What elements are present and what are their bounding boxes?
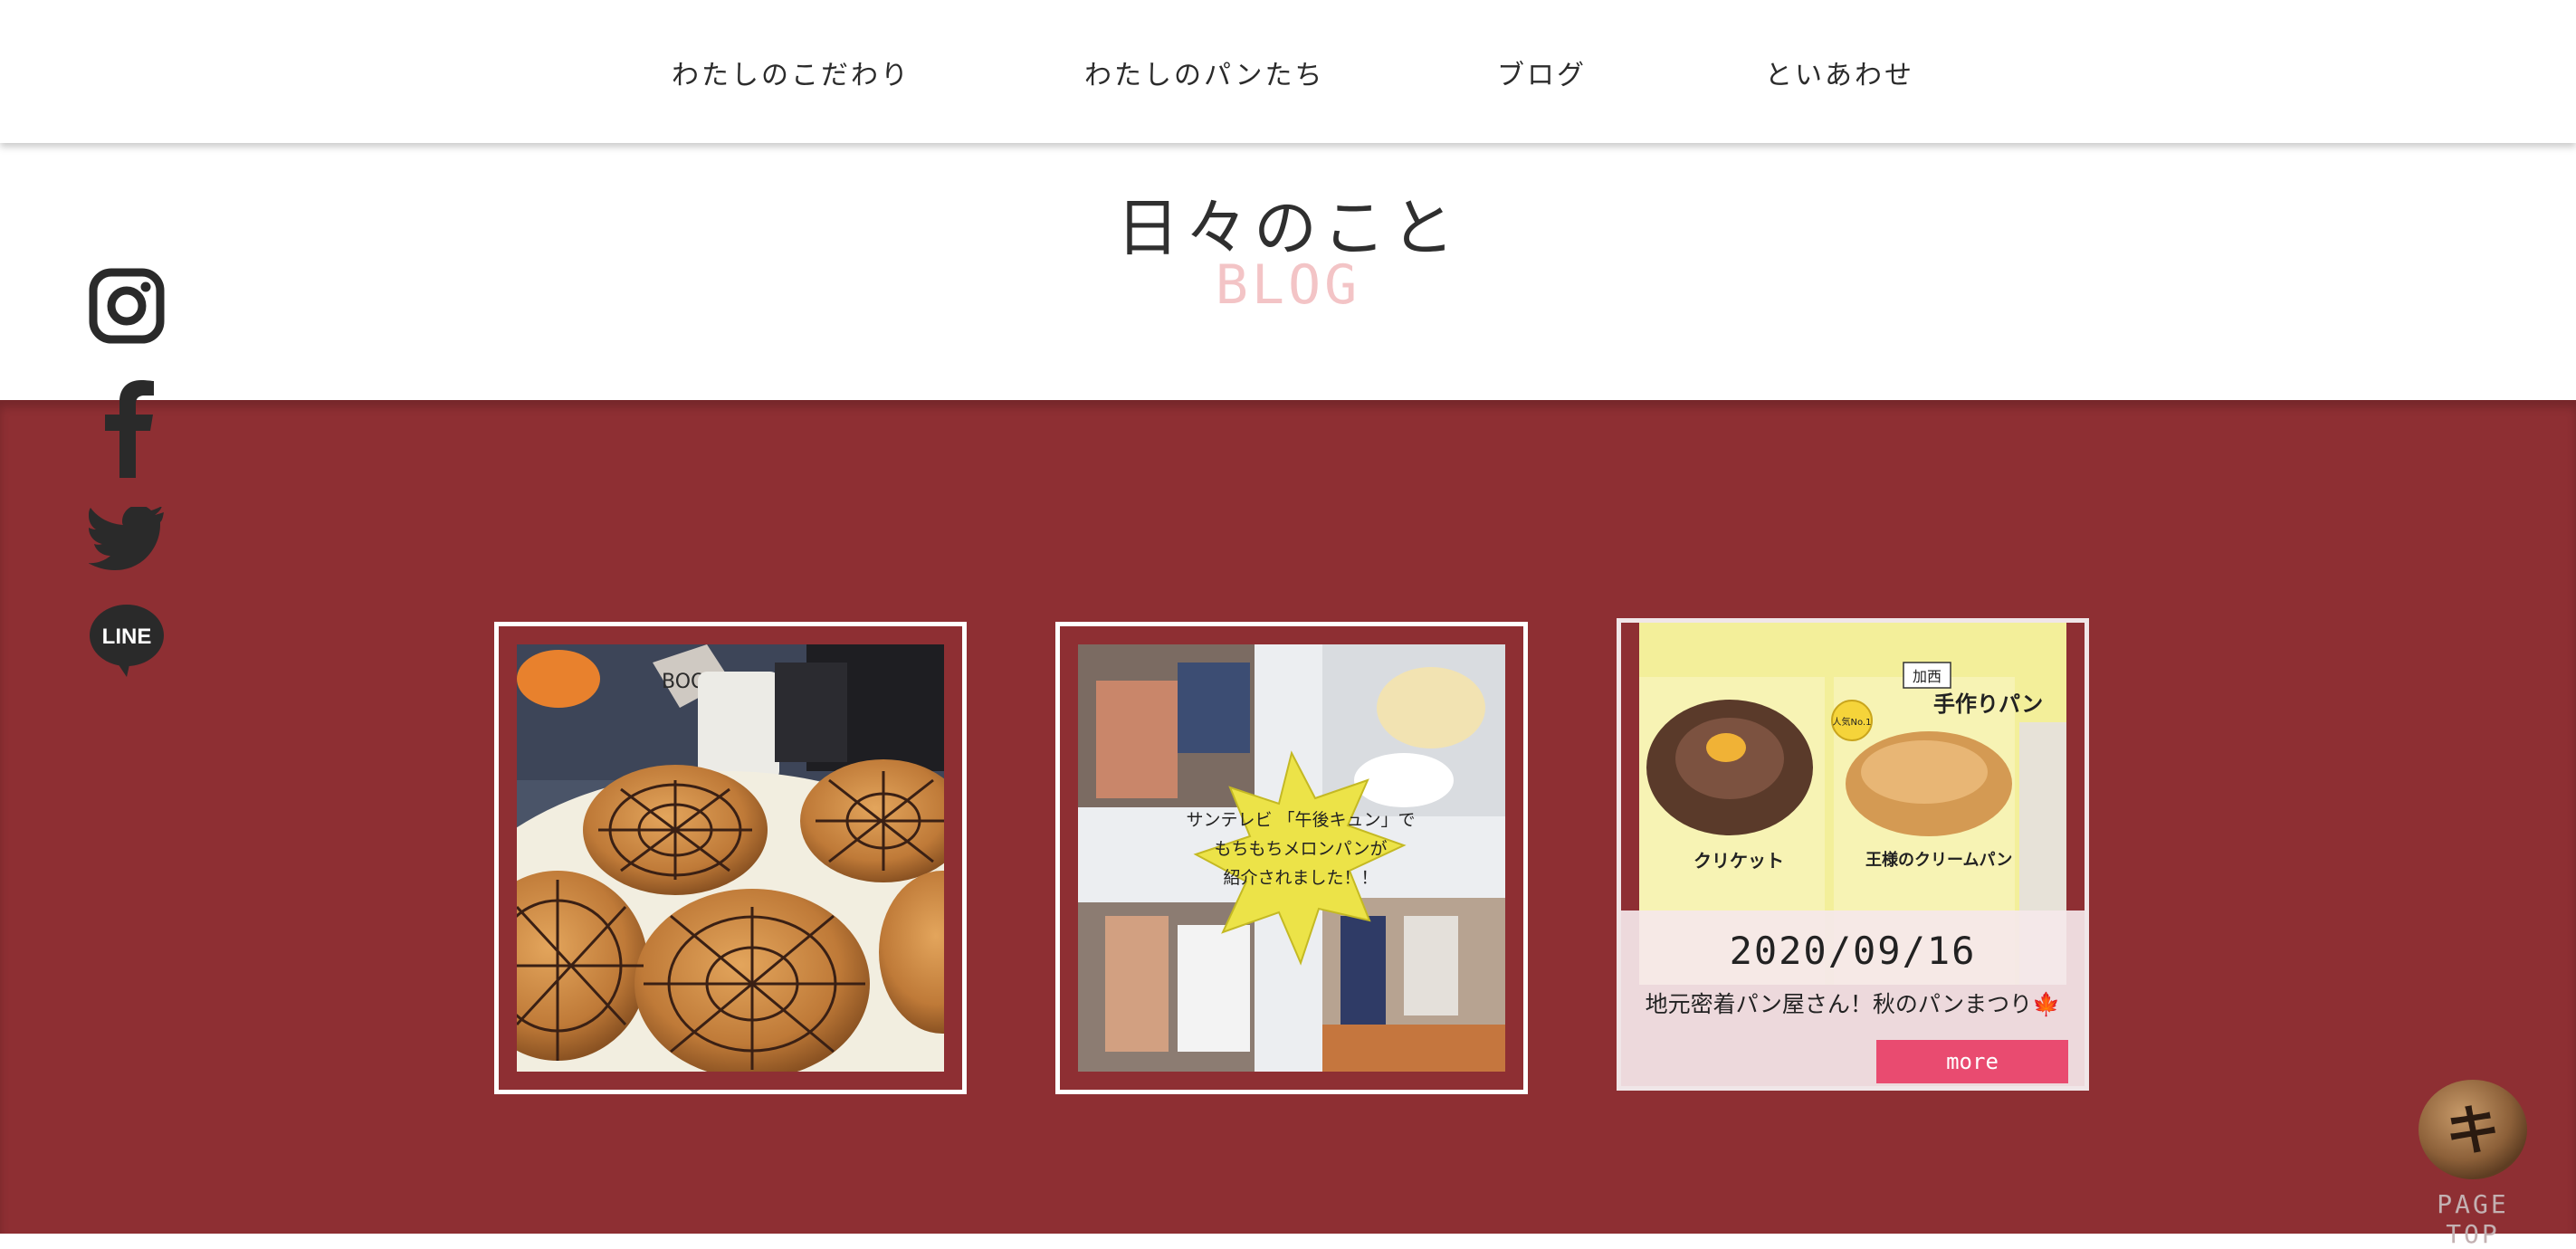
photo-label-kasai: 加西 [1913,668,1942,685]
logo-glyph: キ [2446,1100,2500,1163]
facebook-icon[interactable] [89,378,165,478]
bread-logo-icon: キ [2419,1080,2527,1179]
tv-caption-line-3: 紹介されました！！ [1223,868,1378,888]
post-date: 2020/09/16 [1729,929,1977,973]
post-overlay: 2020/09/16 地元密着パン屋さん！秋のパンまつり🍁 more [1621,911,2085,1086]
nav-item-blog[interactable]: ブログ [1497,52,1587,92]
nav-item-pan[interactable]: わたしのパンたち [1084,52,1325,92]
photo-label-cricket: クリケット [1693,850,1784,872]
blog-card-1[interactable]: BOO! [494,622,967,1094]
top-navigation: わたしのこだわり わたしのパンたち ブログ といあわせ [0,0,2576,143]
halloween-bread-photo: BOO! [517,644,944,1072]
photo-label-handmade: 手作りパン [1933,691,2043,717]
more-button[interactable]: more [1876,1040,2068,1083]
nav-item-kodawari[interactable]: わたしのこだわり [672,52,911,92]
tv-caption-line-1: サンテレビ 「午後キュン」で [1186,810,1415,830]
page-subtitle: BLOG [1215,253,1361,317]
blog-card-3[interactable]: クリケット 王様のクリームパン 手作りパン 加西 人気No.1 2020/09/… [1617,618,2089,1091]
blog-card-2[interactable]: サンテレビ 「午後キュン」で もちもちメロンパンが 紹介されました！！ [1055,622,1528,1094]
photo-label-popular: 人気No.1 [1833,716,1872,728]
line-icon[interactable]: LINE [89,603,165,679]
twitter-icon[interactable] [88,505,165,570]
page-top-label: PAGE TOP [2437,1189,2509,1249]
tv-feature-photo: サンテレビ 「午後キュン」で もちもちメロンパンが 紹介されました！！ [1078,644,1505,1072]
photo-label-cream-bread: 王様のクリームパン [1865,850,2012,870]
post-title[interactable]: 地元密着パン屋さん！秋のパンまつり🍁 [1621,987,2085,1019]
tv-caption-line-2: もちもちメロンパンが [1215,839,1388,859]
page-top-button[interactable]: キ PAGE TOP [2409,1075,2536,1249]
line-logo-text: LINE [102,624,152,649]
instagram-icon[interactable] [89,268,165,344]
nav-item-contact[interactable]: といあわせ [1765,52,1914,92]
